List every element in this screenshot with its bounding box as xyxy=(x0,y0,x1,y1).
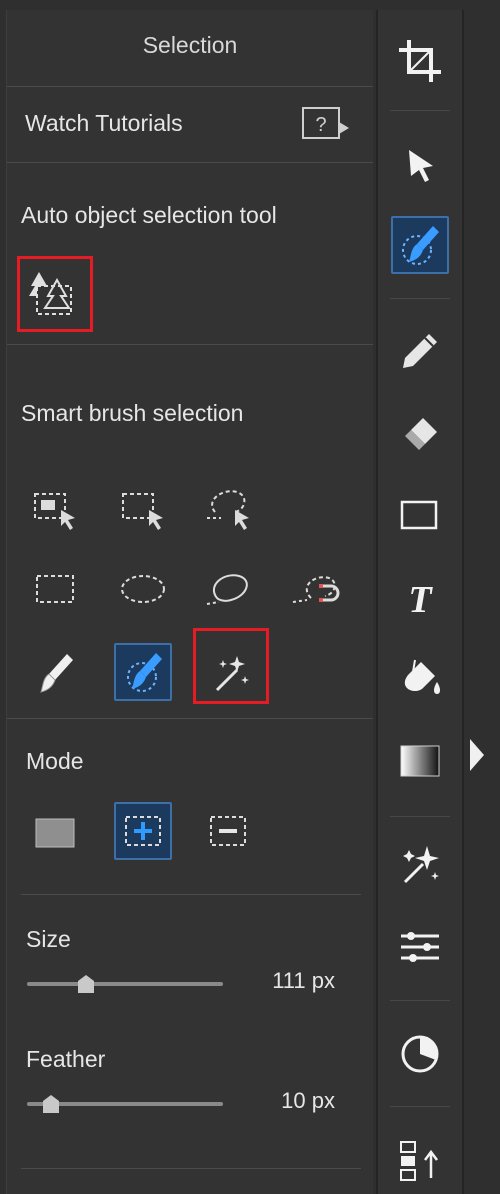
elliptical-marquee-tool[interactable] xyxy=(115,562,173,620)
pointer-arrow-icon xyxy=(409,150,433,182)
pencil-tool[interactable] xyxy=(391,322,449,380)
svg-text:?: ? xyxy=(315,114,326,136)
ellipse-marquee-icon xyxy=(121,575,165,603)
divider xyxy=(390,298,450,299)
divider xyxy=(7,718,373,719)
color-circle-icon xyxy=(401,1035,439,1073)
auto-object-heading: Auto object selection tool xyxy=(21,202,277,228)
eraser-icon xyxy=(405,418,437,450)
marquee-arrow-icon xyxy=(122,493,163,530)
quick-selection-brush-icon xyxy=(127,653,162,692)
rectangle-icon xyxy=(400,500,438,530)
expand-panel-arrow-icon[interactable] xyxy=(466,735,486,775)
text-icon: T xyxy=(408,579,433,621)
magnetic-lasso-tool[interactable] xyxy=(289,562,347,620)
tool-bar: T xyxy=(376,10,464,1194)
divider xyxy=(7,344,373,345)
paint-bucket-icon xyxy=(404,659,440,694)
rect-marquee-tool[interactable] xyxy=(115,480,173,538)
watch-tutorials-link[interactable]: Watch Tutorials xyxy=(25,110,183,137)
adjustments-tool[interactable] xyxy=(391,918,449,976)
arrange-tool[interactable] xyxy=(391,1130,449,1188)
lasso-arrow-tool[interactable] xyxy=(201,480,259,538)
effects-tool[interactable] xyxy=(391,836,449,894)
lasso-arrow-icon xyxy=(207,490,249,530)
size-label: Size xyxy=(26,926,71,952)
text-tool[interactable]: T xyxy=(391,568,449,626)
size-slider[interactable] xyxy=(27,982,223,986)
rectangle-tool[interactable] xyxy=(391,486,449,544)
size-slider-handle[interactable] xyxy=(77,975,94,993)
adjustments-sliders-icon xyxy=(401,932,439,962)
divider xyxy=(390,1106,450,1107)
subtract-selection-icon xyxy=(210,816,246,846)
tutorial-help-icon[interactable]: ? xyxy=(301,106,351,142)
move-tool[interactable] xyxy=(391,136,449,194)
divider xyxy=(390,110,450,111)
lasso-tool[interactable] xyxy=(201,562,259,620)
mode-heading: Mode xyxy=(26,748,84,774)
highlight-box xyxy=(193,628,269,704)
svg-text:T: T xyxy=(408,579,433,621)
quick-selection-tool[interactable] xyxy=(114,643,172,701)
highlight-box xyxy=(17,256,93,332)
crop-icon xyxy=(399,40,441,82)
mode-new-button[interactable] xyxy=(27,804,85,862)
mode-subtract-button[interactable] xyxy=(201,804,259,862)
mode-add-button[interactable] xyxy=(114,802,172,860)
feather-value: 10 px xyxy=(281,1088,335,1113)
magnetic-lasso-icon xyxy=(292,576,340,603)
rect-marquee-add-tool[interactable] xyxy=(27,480,85,538)
crop-tool[interactable] xyxy=(391,32,449,90)
gradient-tool[interactable] xyxy=(391,732,449,790)
paint-bucket-tool[interactable] xyxy=(391,650,449,708)
panel-title: Selection xyxy=(142,32,238,58)
rect-marquee-icon xyxy=(36,575,74,603)
smart-brush-heading: Smart brush selection xyxy=(21,400,244,426)
divider xyxy=(7,86,373,87)
divider xyxy=(7,162,373,163)
size-value: 111 px xyxy=(272,968,335,993)
selection-brush-tool[interactable] xyxy=(27,646,85,704)
divider xyxy=(21,894,361,895)
divider xyxy=(390,1000,450,1001)
brush-icon xyxy=(40,654,73,693)
arrange-icon xyxy=(400,1141,438,1181)
feather-label: Feather xyxy=(26,1046,106,1072)
marquee-arrow-icon xyxy=(34,493,75,530)
color-tool[interactable] xyxy=(391,1024,449,1082)
new-selection-icon xyxy=(35,818,75,848)
add-selection-icon xyxy=(125,816,161,846)
pencil-icon xyxy=(403,334,437,368)
rectangular-marquee-tool[interactable] xyxy=(27,562,85,620)
divider xyxy=(21,1168,361,1169)
gradient-icon xyxy=(400,745,440,777)
selection-panel: Selection Watch Tutorials ? Auto object … xyxy=(6,10,373,1194)
quick-selection-brush-icon xyxy=(402,226,439,265)
lasso-icon xyxy=(206,574,248,605)
eraser-tool[interactable] xyxy=(391,404,449,462)
quick-selection-tool-toolbar[interactable] xyxy=(391,216,449,274)
magic-wand-stars-icon xyxy=(403,846,439,884)
feather-slider-handle[interactable] xyxy=(42,1095,59,1113)
divider xyxy=(390,816,450,817)
